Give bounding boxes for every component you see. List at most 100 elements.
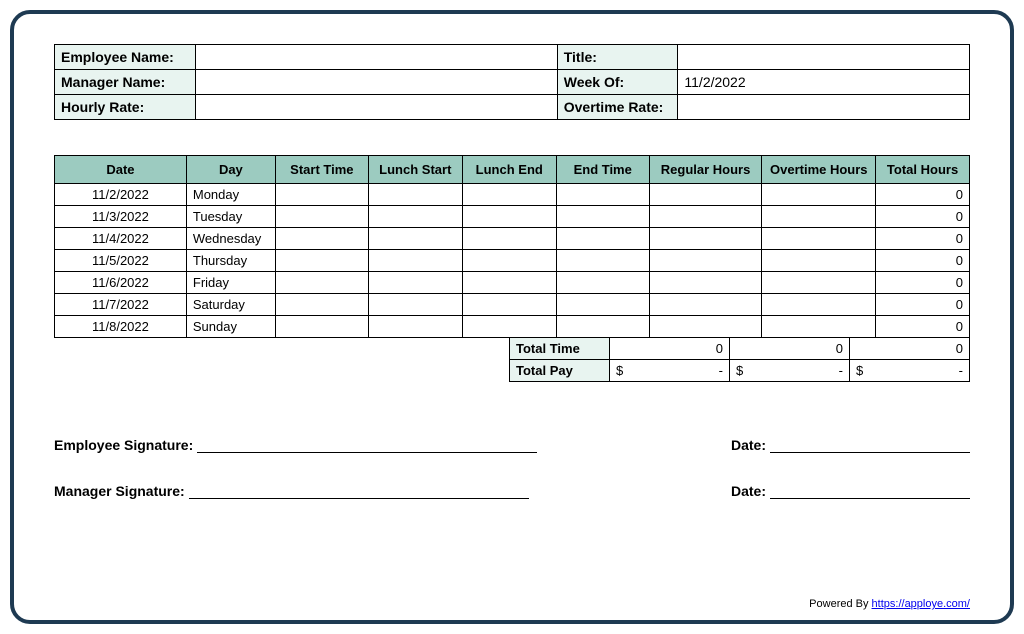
employee-signature-row: Employee Signature: Date: (54, 437, 970, 453)
start-cell[interactable] (275, 206, 368, 228)
total-time-overtime: 0 (730, 338, 850, 360)
overtime-rate-value[interactable] (678, 95, 970, 120)
lunch-end-cell[interactable] (462, 294, 556, 316)
col-end-header: End Time (556, 156, 649, 184)
total-time-row: Total Time 0 0 0 (510, 338, 970, 360)
manager-signature-label: Manager Signature: (54, 483, 185, 499)
employee-date-label: Date: (731, 437, 766, 453)
end-cell[interactable] (556, 294, 649, 316)
date-cell: 11/4/2022 (55, 228, 187, 250)
start-cell[interactable] (275, 228, 368, 250)
date-cell: 11/3/2022 (55, 206, 187, 228)
lunch-end-cell[interactable] (462, 184, 556, 206)
total-cell: 0 (876, 184, 970, 206)
day-cell: Friday (186, 272, 275, 294)
lunch-end-cell[interactable] (462, 228, 556, 250)
total-cell: 0 (876, 228, 970, 250)
lunch-end-cell[interactable] (462, 206, 556, 228)
manager-name-label: Manager Name: (55, 70, 196, 95)
totals-table: Total Time 0 0 0 Total Pay $- $- $- (509, 337, 970, 382)
total-pay-label: Total Pay (510, 360, 610, 382)
employee-name-label: Employee Name: (55, 45, 196, 70)
overtime-cell (762, 294, 876, 316)
day-cell: Monday (186, 184, 275, 206)
header-row-2: Manager Name: Week Of: 11/2/2022 (55, 70, 970, 95)
end-cell[interactable] (556, 272, 649, 294)
col-regular-header: Regular Hours (649, 156, 762, 184)
header-row-1: Employee Name: Title: (55, 45, 970, 70)
table-row: 11/3/2022 Tuesday 0 (55, 206, 970, 228)
lunch-start-cell[interactable] (368, 250, 462, 272)
date-cell: 11/2/2022 (55, 184, 187, 206)
total-cell: 0 (876, 294, 970, 316)
lunch-start-cell[interactable] (368, 316, 462, 338)
day-cell: Tuesday (186, 206, 275, 228)
end-cell[interactable] (556, 228, 649, 250)
col-start-header: Start Time (275, 156, 368, 184)
col-date-header: Date (55, 156, 187, 184)
manager-date-line[interactable] (770, 498, 970, 499)
start-cell[interactable] (275, 272, 368, 294)
title-value[interactable] (678, 45, 970, 70)
total-cell: 0 (876, 206, 970, 228)
day-cell: Thursday (186, 250, 275, 272)
date-cell: 11/6/2022 (55, 272, 187, 294)
table-row: 11/5/2022 Thursday 0 (55, 250, 970, 272)
end-cell[interactable] (556, 316, 649, 338)
date-cell: 11/5/2022 (55, 250, 187, 272)
overtime-rate-label: Overtime Rate: (557, 95, 678, 120)
regular-cell (649, 294, 762, 316)
end-cell[interactable] (556, 250, 649, 272)
lunch-start-cell[interactable] (368, 272, 462, 294)
col-total-header: Total Hours (876, 156, 970, 184)
total-cell: 0 (876, 272, 970, 294)
lunch-end-cell[interactable] (462, 272, 556, 294)
overtime-cell (762, 316, 876, 338)
header-table: Employee Name: Title: Manager Name: Week… (54, 44, 970, 120)
employee-signature-label: Employee Signature: (54, 437, 193, 453)
total-time-label: Total Time (510, 338, 610, 360)
total-cell: 0 (876, 250, 970, 272)
week-of-value[interactable]: 11/2/2022 (678, 70, 970, 95)
lunch-start-cell[interactable] (368, 294, 462, 316)
lunch-end-cell[interactable] (462, 316, 556, 338)
regular-cell (649, 184, 762, 206)
start-cell[interactable] (275, 184, 368, 206)
hourly-rate-value[interactable] (195, 95, 557, 120)
hourly-rate-label: Hourly Rate: (55, 95, 196, 120)
lunch-start-cell[interactable] (368, 206, 462, 228)
employee-signature-line[interactable] (197, 452, 537, 453)
footer-link[interactable]: https://apploye.com/ (872, 598, 970, 610)
overtime-cell (762, 206, 876, 228)
start-cell[interactable] (275, 294, 368, 316)
day-cell: Sunday (186, 316, 275, 338)
overtime-cell (762, 272, 876, 294)
lunch-end-cell[interactable] (462, 250, 556, 272)
total-time-regular: 0 (610, 338, 730, 360)
regular-cell (649, 250, 762, 272)
total-pay-overtime: $- (730, 360, 850, 382)
start-cell[interactable] (275, 250, 368, 272)
powered-by-text: Powered By (809, 598, 871, 610)
header-row-3: Hourly Rate: Overtime Rate: (55, 95, 970, 120)
employee-name-value[interactable] (195, 45, 557, 70)
regular-cell (649, 228, 762, 250)
total-pay-regular: $- (610, 360, 730, 382)
manager-name-value[interactable] (195, 70, 557, 95)
employee-date-line[interactable] (770, 452, 970, 453)
table-row: 11/6/2022 Friday 0 (55, 272, 970, 294)
week-of-label: Week Of: (557, 70, 678, 95)
signature-section: Employee Signature: Date: Manager Signat… (54, 437, 970, 499)
manager-signature-line[interactable] (189, 498, 529, 499)
lunch-start-cell[interactable] (368, 184, 462, 206)
regular-cell (649, 206, 762, 228)
col-lunch-start-header: Lunch Start (368, 156, 462, 184)
manager-date-label: Date: (731, 483, 766, 499)
start-cell[interactable] (275, 316, 368, 338)
table-row: 11/8/2022 Sunday 0 (55, 316, 970, 338)
lunch-start-cell[interactable] (368, 228, 462, 250)
timesheet-table: Date Day Start Time Lunch Start Lunch En… (54, 155, 970, 338)
timesheet-header-row: Date Day Start Time Lunch Start Lunch En… (55, 156, 970, 184)
end-cell[interactable] (556, 184, 649, 206)
end-cell[interactable] (556, 206, 649, 228)
